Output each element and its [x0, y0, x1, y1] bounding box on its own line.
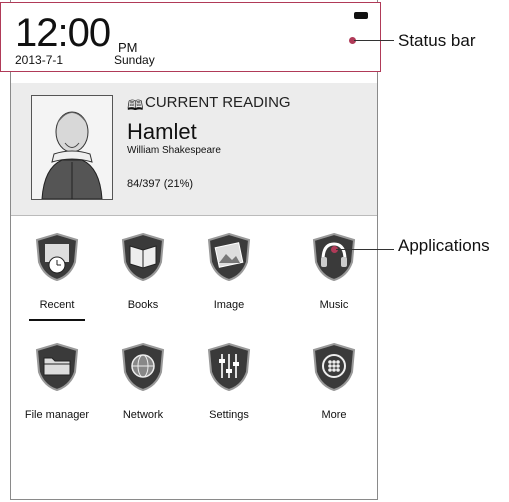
settings-icon	[207, 342, 251, 392]
app-label: Books	[127, 299, 159, 311]
current-reading-label: CURRENT READING	[145, 94, 291, 111]
app-label: Image	[213, 299, 245, 311]
clock-time: 12:00	[15, 11, 111, 55]
more-icon	[312, 342, 356, 392]
books-icon	[121, 232, 165, 282]
status-callout-line	[354, 40, 394, 41]
battery-icon	[354, 12, 368, 19]
app-image[interactable]: Image	[191, 232, 267, 311]
book-title: Hamlet	[127, 119, 197, 144]
recent-icon	[35, 232, 79, 282]
clock-date: 2013-7-1	[15, 53, 64, 67]
section-divider	[11, 215, 377, 216]
status-callout-label: Status bar	[398, 31, 476, 50]
clock-day: Sunday	[114, 53, 155, 67]
book-icon: 🕮	[127, 97, 144, 113]
file-manager-icon	[35, 342, 79, 392]
book-cover[interactable]	[31, 95, 113, 200]
app-label: Settings	[209, 409, 249, 421]
app-network[interactable]: Network	[105, 342, 181, 421]
app-more[interactable]: More	[296, 342, 372, 421]
app-label: Network	[122, 409, 164, 421]
app-books[interactable]: Books	[105, 232, 181, 311]
apps-callout-label: Applications	[398, 236, 490, 255]
app-label: Recent	[39, 299, 75, 311]
network-icon	[121, 342, 165, 392]
status-bar: 12:00 PM 2013-7-1 Sunday	[0, 2, 381, 72]
app-label: Music	[319, 299, 349, 311]
apps-callout-line	[336, 249, 394, 250]
app-file-manager[interactable]: File manager	[19, 342, 95, 421]
app-label: More	[321, 409, 347, 421]
reading-progress: 84/397 (21%)	[127, 178, 194, 190]
book-author: William Shakespeare	[127, 145, 221, 156]
app-recent[interactable]: Recent	[19, 232, 95, 311]
current-reading-panel[interactable]: 🕮 CURRENT READING Hamlet William Shakesp…	[11, 83, 377, 215]
app-label: File manager	[24, 409, 90, 421]
music-icon	[312, 232, 356, 282]
app-music[interactable]: Music	[296, 232, 372, 311]
selected-indicator	[29, 319, 85, 321]
image-icon	[207, 232, 251, 282]
app-settings[interactable]: Settings	[191, 342, 267, 421]
